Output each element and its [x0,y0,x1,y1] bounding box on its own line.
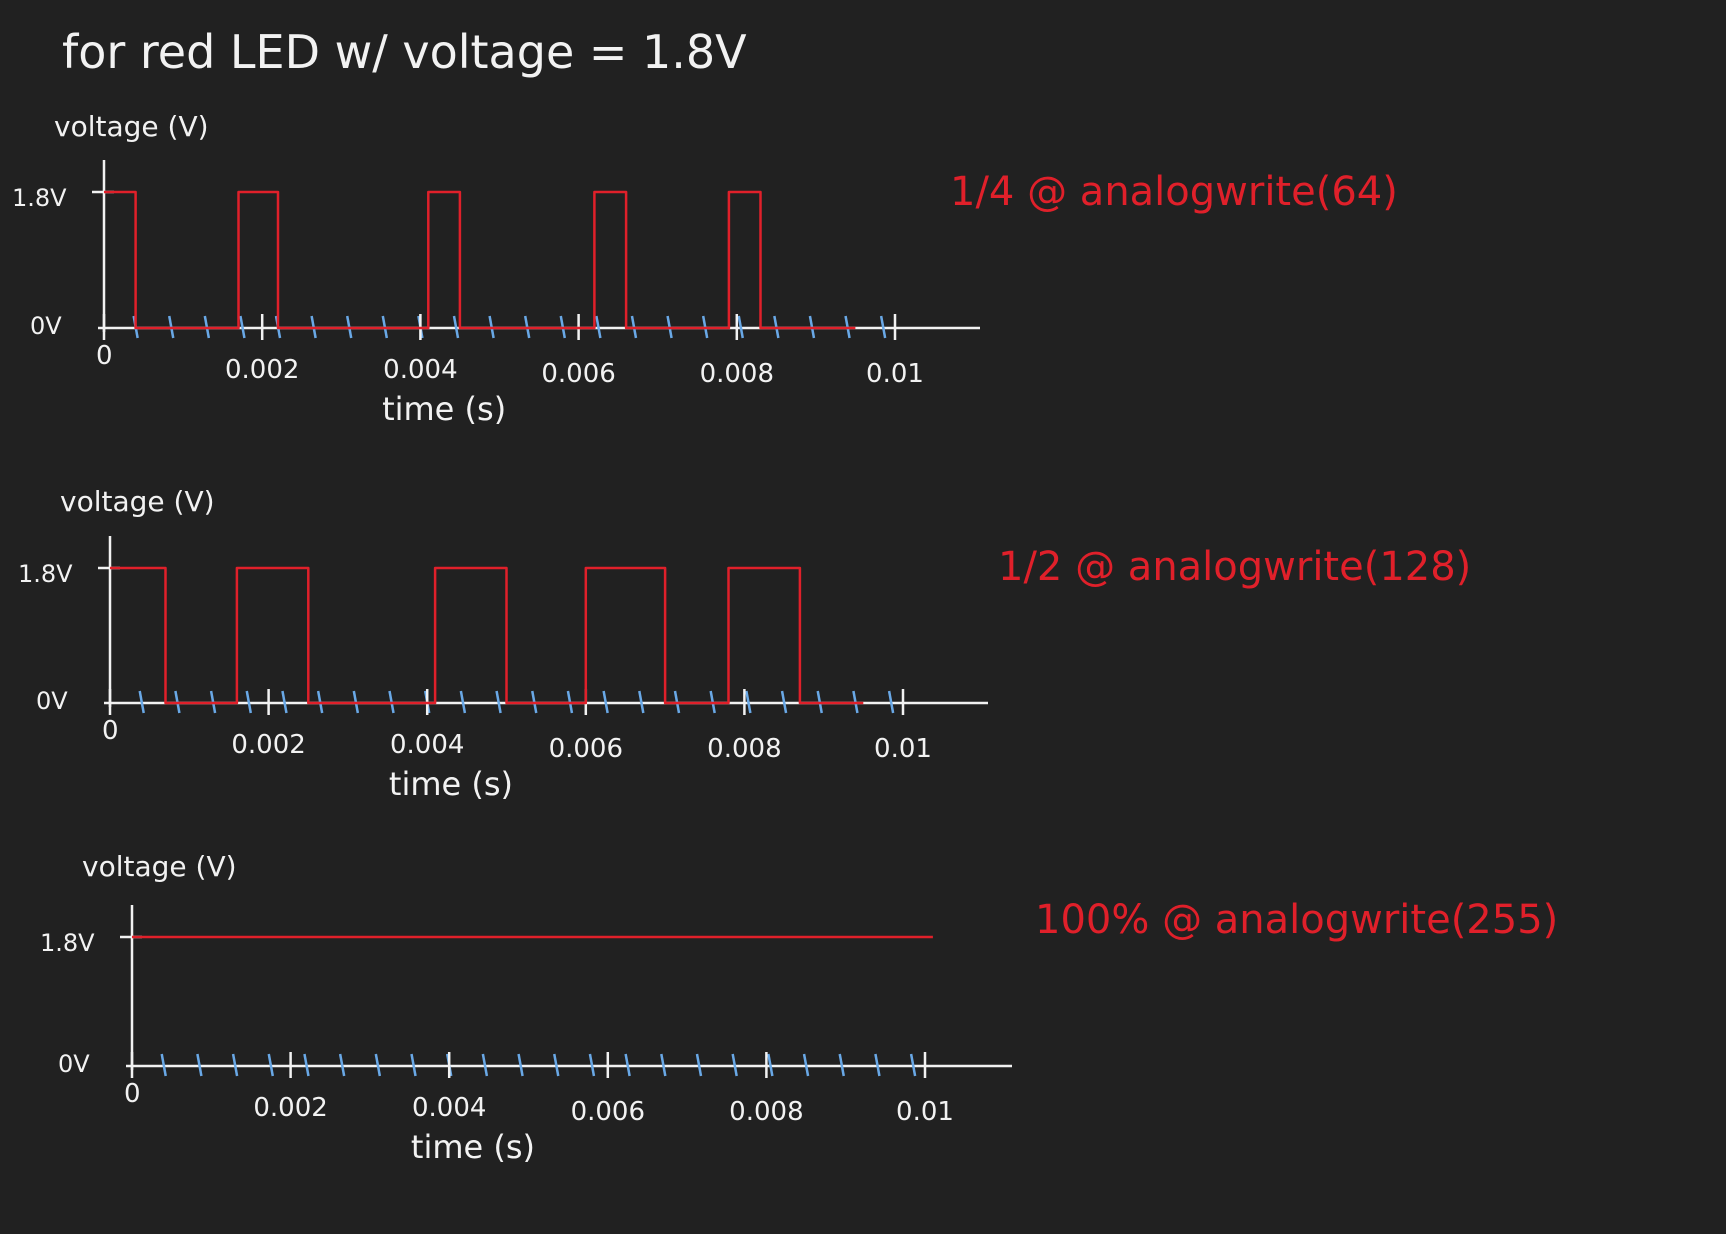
chart-panel-3: 0V 1.8V voltage (V) 0 0.002 0.004 0.006 0.008 0.… [40,850,1558,1166]
y-tick-label: 1.8V [12,184,67,212]
x-tick-label: 0.004 [412,1093,486,1123]
y-tick-label: 0V [30,312,62,340]
x-tick-label: 0.002 [253,1093,327,1123]
x-tick-label: 0.006 [571,1097,645,1127]
charts-group: 0V 1.8V voltage (V) 0 0.002 0.004 0.006 0.008 0.… [12,110,1558,1166]
x-axis-label: time (s) [382,390,506,428]
x-tick-label: 0.006 [549,734,623,764]
x-tick-label: 0.008 [707,734,781,764]
x-tick-label: 0.01 [896,1097,954,1127]
x-tick-label: 0.01 [874,734,932,764]
signal-line [104,190,856,330]
page-title: for red LED w/ voltage = 1.8V [62,25,747,79]
x-tick-label: 0.004 [390,730,464,760]
y-tick-label: 1.8V [40,929,95,957]
chart-panel-1: 0V 1.8V voltage (V) 0 0.002 0.004 0.006 0.008 0.… [12,110,1398,428]
x-axis-label: time (s) [411,1128,535,1166]
y-tick-label: 0V [36,687,68,715]
x-tick-label: 0.01 [866,359,924,389]
x-axis-label: time (s) [389,765,513,803]
x-tick-label: 0.008 [700,359,774,389]
y-tick-label: 1.8V [18,560,73,588]
x-tick-label: 0.002 [231,730,305,760]
y-axis-label: voltage (V) [54,110,209,143]
signal-line [110,566,864,705]
x-tick-label: 0.006 [541,359,615,389]
duty-cycle-annotation: 100% @ analogwrite(255) [1035,897,1558,943]
x-tick-label: 0 [124,1079,141,1109]
y-axis-label: voltage (V) [60,485,215,518]
duty-cycle-annotation: 1/2 @ analogwrite(128) [998,544,1471,590]
chart-canvas: for red LED w/ voltage = 1.8V 0V 1.8V volt… [12,25,1558,1166]
x-tick-label: 0 [96,341,113,371]
x-tick-label: 0 [102,716,119,746]
y-axis-label: voltage (V) [82,850,237,883]
x-tick-label: 0.002 [225,355,299,385]
chart-panel-2: 0V 1.8V voltage (V) 0 0.002 0.004 0.006 0.008 0.… [18,485,1471,803]
x-tick-label: 0.004 [383,355,457,385]
duty-cycle-annotation: 1/4 @ analogwrite(64) [950,169,1398,215]
y-tick-label: 0V [58,1050,90,1078]
x-tick-label: 0.008 [729,1097,803,1127]
